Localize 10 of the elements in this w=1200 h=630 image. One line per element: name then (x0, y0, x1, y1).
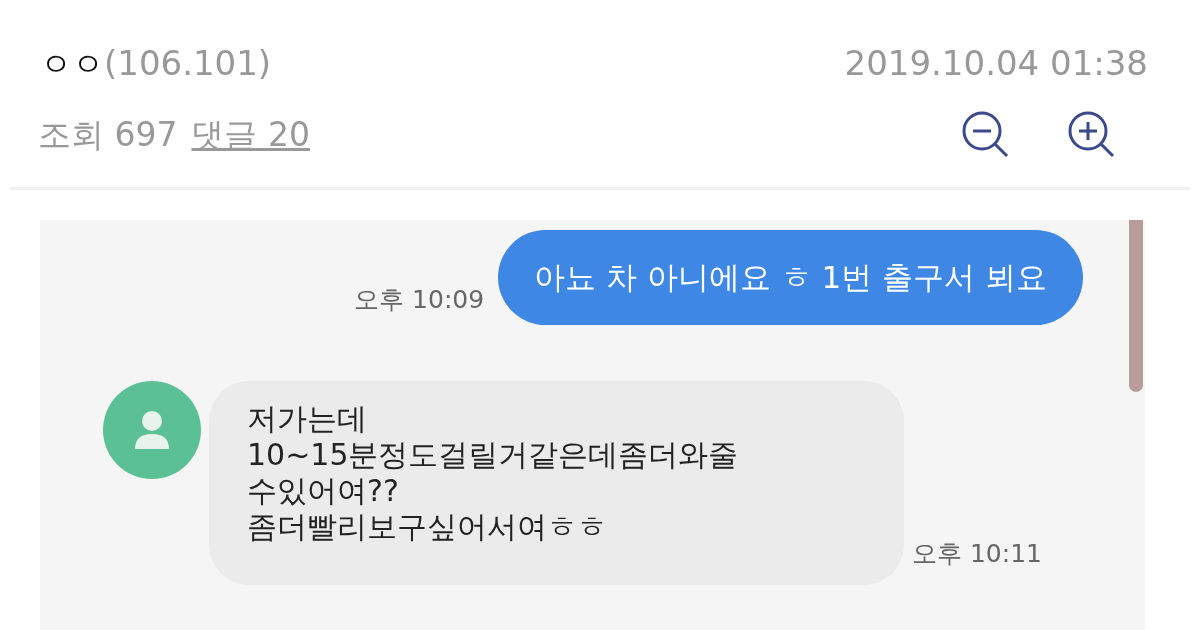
received-message-bubble: 저가는데 10~15분정도걸릴거같은데좀더와줄 수있어여?? 좀더빨리보구싶어서여ㅎㅎ (209, 380, 904, 585)
author-ip: (106.101) (104, 42, 272, 85)
avatar-icon (103, 380, 201, 479)
message-time: 오후 10:11 (912, 538, 1042, 570)
comment-count-link[interactable]: 댓글 20 (191, 110, 310, 160)
view-count: 조회 697 (38, 114, 178, 157)
sent-message-bubble: 아뇨 차 아니에요 ㅎ 1번 출구서 뵈요 (498, 230, 1083, 325)
message-time: 오후 10:09 (354, 284, 485, 316)
post-date: 2019.10.04 01:38 (844, 42, 1149, 85)
author-name: ㅇㅇ (40, 43, 104, 85)
